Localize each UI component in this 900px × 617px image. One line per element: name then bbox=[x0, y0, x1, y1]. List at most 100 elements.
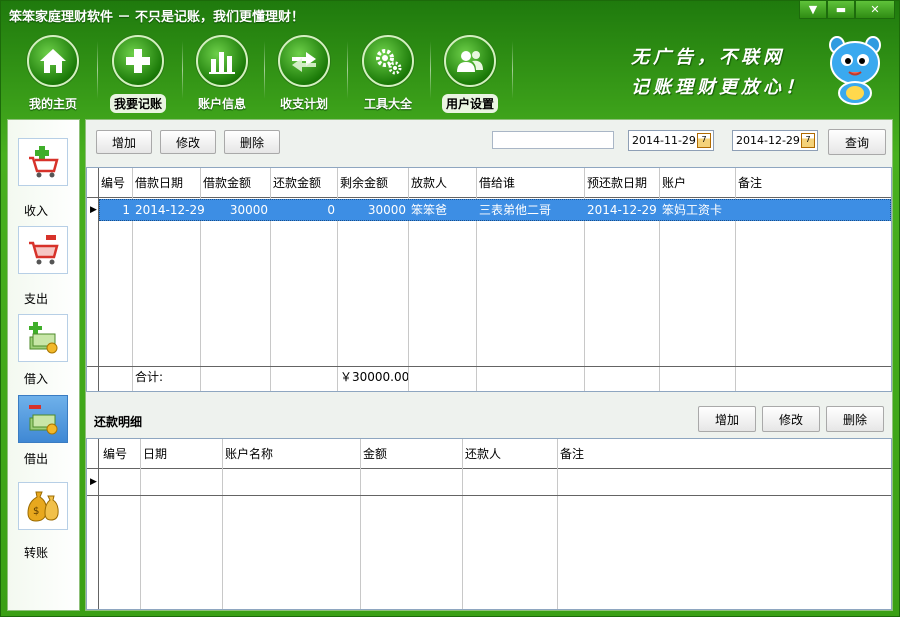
window-controls: ▼ ▬ ✕ bbox=[799, 1, 895, 19]
sidebar-item-label: 收入 bbox=[24, 204, 49, 218]
date-from-value: 2014-11-29 bbox=[632, 134, 696, 147]
sidebar-item-label: 借入 bbox=[24, 372, 49, 386]
repayment-table: 编号 日期 账户名称 金额 还款人 备注 ▶ bbox=[86, 438, 892, 610]
minimize-button[interactable]: ▼ bbox=[799, 1, 827, 19]
date-to-picker[interactable]: 2014-12-29 7 bbox=[732, 130, 818, 151]
column-header[interactable]: 账户名称 bbox=[223, 443, 275, 465]
toolbar-label: 收支计划 bbox=[279, 97, 328, 111]
column-header[interactable]: 预还款日期 bbox=[585, 172, 649, 194]
toolbar-account-info[interactable]: 账户信息 bbox=[181, 35, 263, 113]
delete-loan-button[interactable]: 删除 bbox=[224, 130, 280, 154]
slogan-line: 记账理财更放心！ bbox=[631, 77, 807, 98]
sidebar-item-borrow-in[interactable]: 借入 bbox=[8, 308, 79, 388]
row-loan-date: 2014-12-29 bbox=[135, 203, 205, 217]
column-header[interactable]: 备注 bbox=[558, 443, 586, 465]
column-header[interactable]: 借给谁 bbox=[477, 172, 517, 194]
grid-line bbox=[98, 439, 99, 609]
cart-remove-icon bbox=[18, 226, 68, 274]
edit-repay-button[interactable]: 修改 bbox=[762, 406, 820, 432]
sidebar-item-label: 支出 bbox=[24, 292, 49, 306]
bar-chart-icon bbox=[196, 35, 248, 87]
toolbar-plan[interactable]: 收支计划 bbox=[263, 35, 345, 113]
new-row-divider bbox=[87, 495, 891, 496]
plus-icon bbox=[112, 35, 164, 87]
column-header[interactable]: 备注 bbox=[736, 172, 764, 194]
row-marker-icon: ▶ bbox=[90, 477, 97, 487]
grid-line bbox=[360, 439, 361, 609]
toolbar-label: 我要记账 bbox=[109, 94, 166, 113]
toolbar-divider bbox=[512, 41, 513, 99]
footer-divider bbox=[87, 366, 891, 367]
row-due-date: 2014-12-29 bbox=[587, 203, 657, 217]
money-out-icon bbox=[18, 395, 68, 443]
sidebar-item-income[interactable]: 收入 bbox=[8, 120, 79, 218]
add-loan-button[interactable]: 增加 bbox=[96, 130, 152, 154]
toolbar-bookkeeping[interactable]: 我要记账 bbox=[97, 35, 179, 113]
sidebar-item-label: 借出 bbox=[24, 452, 49, 466]
column-header[interactable]: 还款人 bbox=[463, 443, 503, 465]
calendar-icon[interactable]: 7 bbox=[697, 133, 711, 148]
column-header[interactable]: 金额 bbox=[361, 443, 389, 465]
sidebar-item-expense[interactable]: 支出 bbox=[8, 220, 79, 308]
loan-table: 编号 借款日期 借款金额 还款金额 剩余金额 放款人 借给谁 预还款日期 账户 … bbox=[86, 167, 892, 392]
column-header[interactable]: 账户 bbox=[660, 172, 688, 194]
row-borrower: 三表弟他二哥 bbox=[479, 203, 552, 217]
column-header[interactable]: 借款金额 bbox=[201, 172, 253, 194]
grid-line bbox=[140, 439, 141, 609]
row-remaining-amount: 30000 bbox=[367, 203, 406, 217]
calendar-icon[interactable]: 7 bbox=[801, 133, 815, 148]
delete-repay-button[interactable]: 删除 bbox=[826, 406, 884, 432]
close-button[interactable]: ✕ bbox=[855, 1, 895, 19]
toolbar-label: 用户设置 bbox=[441, 94, 498, 113]
column-header[interactable]: 编号 bbox=[101, 443, 129, 465]
slogan-line: 无广告，不联网 bbox=[631, 47, 785, 68]
query-button[interactable]: 查询 bbox=[828, 129, 886, 155]
toolbar-tools[interactable]: 工具大全 bbox=[347, 35, 429, 113]
table-header: 编号 借款日期 借款金额 还款金额 剩余金额 放款人 借给谁 预还款日期 账户 … bbox=[87, 168, 891, 198]
restore-button[interactable]: ▬ bbox=[827, 1, 855, 19]
column-header[interactable]: 编号 bbox=[99, 172, 127, 194]
sidebar-item-lend-out[interactable]: 借出 bbox=[8, 388, 79, 468]
home-icon bbox=[27, 35, 79, 87]
sidebar-item-transfer[interactable]: $ 转账 bbox=[8, 472, 79, 562]
column-header[interactable]: 放款人 bbox=[409, 172, 449, 194]
grid-line bbox=[557, 439, 558, 609]
toolbar-label: 我的主页 bbox=[28, 97, 77, 111]
row-account: 笨妈工资卡 bbox=[662, 203, 723, 217]
date-to-value: 2014-12-29 bbox=[736, 134, 800, 147]
column-header[interactable]: 日期 bbox=[141, 443, 169, 465]
table-header: 编号 日期 账户名称 金额 还款人 备注 bbox=[87, 439, 891, 469]
grid-line bbox=[462, 439, 463, 609]
row-loan-amount: 30000 bbox=[229, 203, 268, 217]
edit-loan-button[interactable]: 修改 bbox=[160, 130, 216, 154]
column-header[interactable]: 剩余金额 bbox=[338, 172, 390, 194]
total-remaining: ￥30000.00 bbox=[340, 370, 408, 384]
date-from-picker[interactable]: 2014-11-29 7 bbox=[628, 130, 714, 151]
toolbar-home[interactable]: 我的主页 bbox=[12, 35, 94, 113]
toolbar-label: 工具大全 bbox=[363, 97, 412, 111]
column-header[interactable]: 还款金额 bbox=[271, 172, 323, 194]
row-marker-icon: ▶ bbox=[90, 205, 97, 215]
app-window: 笨笨家庭理财软件 － 不只是记账，我们更懂理财！ ▼ ▬ ✕ 我的主页 我要记账 bbox=[0, 0, 900, 617]
svg-text:$: $ bbox=[33, 506, 39, 517]
users-icon bbox=[444, 35, 496, 87]
mascot-icon bbox=[827, 35, 883, 105]
row-repaid-amount: 0 bbox=[327, 203, 335, 217]
toolbar-label: 账户信息 bbox=[197, 97, 246, 111]
money-in-icon bbox=[18, 314, 68, 362]
toolbar-user-settings[interactable]: 用户设置 bbox=[429, 35, 511, 113]
row-id: 1 bbox=[122, 203, 130, 217]
total-label: 合计: bbox=[135, 370, 164, 384]
slogan: 无广告，不联网 记账理财更放心！ bbox=[631, 43, 807, 103]
main-panel: 增加 修改 删除 2014-11-29 7 2014-12-29 7 查询 编号… bbox=[85, 119, 893, 611]
gears-icon bbox=[362, 35, 414, 87]
add-repay-button[interactable]: 增加 bbox=[698, 406, 756, 432]
money-bags-icon: $ bbox=[18, 482, 68, 530]
exchange-icon bbox=[278, 35, 330, 87]
row-lender: 笨笨爸 bbox=[411, 203, 448, 217]
repay-section-title: 还款明细 bbox=[94, 415, 143, 429]
sidebar-item-label: 转账 bbox=[24, 546, 49, 560]
column-header[interactable]: 借款日期 bbox=[133, 172, 185, 194]
title-bar[interactable]: 笨笨家庭理财软件 － 不只是记账，我们更懂理财！ ▼ ▬ ✕ bbox=[1, 1, 899, 27]
search-input[interactable] bbox=[492, 131, 614, 149]
